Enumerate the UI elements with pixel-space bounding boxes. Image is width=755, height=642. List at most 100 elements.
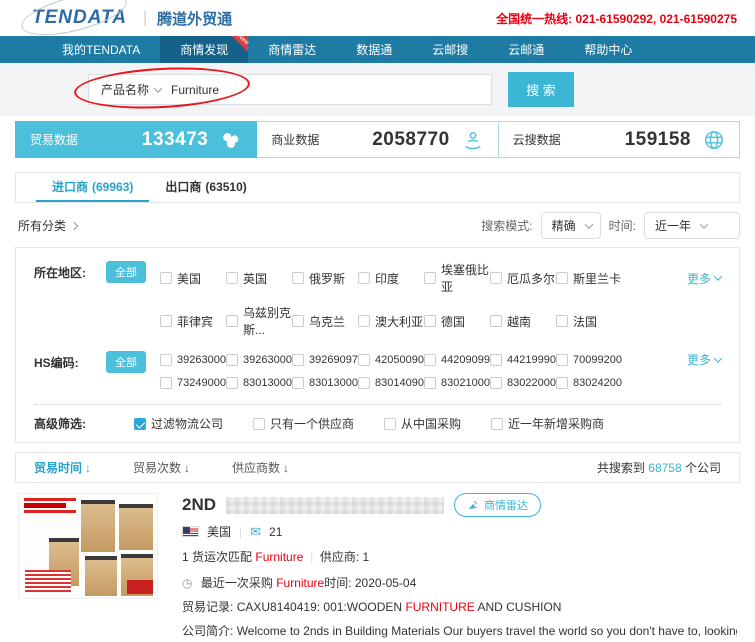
region-checkbox[interactable]: 法国 <box>556 313 622 330</box>
page: TENDATA | 腾道外贸通 全国统一热线: 021-61590292, 02… <box>0 0 755 642</box>
region-checkbox[interactable]: 俄罗斯 <box>292 270 358 287</box>
region-checkbox[interactable]: 德国 <box>424 313 490 330</box>
hs-checkbox[interactable]: 83013000 <box>226 377 292 389</box>
nav-item-cloudmail-search[interactable]: 云邮搜 <box>412 36 488 63</box>
mail-icon[interactable]: ✉ <box>250 524 261 540</box>
redacted-company-name <box>226 497 444 514</box>
checkbox-icon <box>490 272 502 284</box>
tendata-logo[interactable]: TENDATA <box>26 5 133 31</box>
importer-exporter-tabs: 进口商 (69963) 出口商 (63510) <box>15 172 740 203</box>
sort-supplier-count[interactable]: 供应商数↓ <box>232 459 289 476</box>
checkbox-icon <box>490 354 502 366</box>
all-categories-link[interactable]: 所有分类 <box>15 217 77 234</box>
checkbox-icon <box>292 272 304 284</box>
filter-panel: 所在地区: 全部 美国 英国 俄罗斯 印度 埃塞俄比亚 厄瓜多尔 斯里兰卡 更多… <box>15 247 740 443</box>
checkbox-checked-icon <box>134 418 146 430</box>
clock-icon: ◷ <box>182 576 192 590</box>
region-checkbox[interactable]: 美国 <box>160 270 226 287</box>
nav-item-cloudmail[interactable]: 云邮通 <box>488 36 564 63</box>
sort-trade-count[interactable]: 贸易次数↓ <box>133 459 190 476</box>
hs-checkbox[interactable]: 8301300000 <box>292 377 358 389</box>
hs-checkbox[interactable]: 8302200000 <box>490 377 556 389</box>
checkbox-icon <box>424 315 436 327</box>
globe-icon <box>703 129 725 151</box>
hs-checkbox[interactable]: 73249000 <box>160 377 226 389</box>
nav-item-datatong[interactable]: 数据通 <box>336 36 412 63</box>
single-supplier-checkbox[interactable]: 只有一个供应商 <box>253 415 354 432</box>
hs-all-button[interactable]: 全部 <box>106 351 146 373</box>
nav-item-help[interactable]: 帮助中心 <box>564 36 652 63</box>
checkbox-icon <box>226 315 238 327</box>
card-trade-data[interactable]: 贸易数据 133473 <box>15 121 257 158</box>
hs-checkbox[interactable]: 44219990 <box>490 354 556 366</box>
hs-checkbox[interactable]: 83024200 <box>556 377 622 389</box>
sort-trade-time[interactable]: 贸易时间↓ <box>34 459 91 476</box>
brand-separator: | <box>143 9 147 27</box>
buy-from-china-checkbox[interactable]: 从中国采购 <box>384 415 461 432</box>
checkbox-icon <box>226 377 238 389</box>
hs-checkbox[interactable]: 83014090 <box>358 377 424 389</box>
search-mode-select[interactable]: 精确 <box>541 212 601 239</box>
nav-item-radar[interactable]: 商情雷达 <box>248 36 336 63</box>
region-checkbox[interactable]: 英国 <box>226 270 292 287</box>
hs-checkbox[interactable]: 3926300000 <box>226 354 292 366</box>
search-button[interactable]: 搜 索 <box>508 72 574 107</box>
hs-more-link[interactable]: 更多 <box>687 351 721 368</box>
region-checkbox[interactable]: 埃塞俄比亚 <box>424 261 490 295</box>
brand: TENDATA | 腾道外贸通 <box>26 5 232 31</box>
checkbox-icon <box>490 377 502 389</box>
arrow-down-icon: ↓ <box>283 461 289 475</box>
hs-checkbox[interactable]: 3926909709 <box>292 354 358 366</box>
hs-checkbox[interactable]: 42050090 <box>358 354 424 366</box>
brand-suffix: 腾道外贸通 <box>157 8 232 29</box>
checkbox-icon <box>160 377 172 389</box>
main-nav: 我的TENDATA 商情发现 New 商情雷达 数据通 云邮搜 云邮通 帮助中心 <box>0 36 755 63</box>
chevron-right-icon <box>70 221 78 229</box>
region-checkbox[interactable]: 印度 <box>358 270 424 287</box>
checkbox-icon <box>358 377 370 389</box>
filter-logistics-checkbox[interactable]: 过滤物流公司 <box>134 415 223 432</box>
hs-checkbox[interactable]: 39263000 <box>160 354 226 366</box>
nav-item-my-tendata[interactable]: 我的TENDATA <box>42 36 160 63</box>
tab-importer[interactable]: 进口商 (69963) <box>36 173 149 202</box>
checkbox-icon <box>556 272 568 284</box>
mail-count: 21 <box>269 525 282 539</box>
region-checkbox[interactable]: 澳大利亚 <box>358 313 424 330</box>
arrow-down-icon: ↓ <box>85 461 91 475</box>
hs-checkbox[interactable]: 8302100000 <box>424 377 490 389</box>
tab-exporter[interactable]: 出口商 (63510) <box>149 173 262 202</box>
region-label: 所在地区: <box>34 261 106 347</box>
time-select[interactable]: 近一年 <box>644 212 740 239</box>
checkbox-icon <box>226 272 238 284</box>
region-checkbox[interactable]: 厄瓜多尔 <box>490 270 556 287</box>
logo-text: TENDATA <box>32 7 127 28</box>
checkbox-icon <box>490 315 502 327</box>
us-flag-canton <box>183 527 190 533</box>
region-checkbox[interactable]: 越南 <box>490 313 556 330</box>
last-purchase-line: ◷ 最近一次采购 Furniture时间: 2020-05-04 <box>182 574 737 591</box>
flyer-headline-art <box>24 498 76 515</box>
region-checkbox[interactable]: 乌兹别克斯... <box>226 304 292 338</box>
search-mode-label: 搜索模式: <box>481 217 532 234</box>
region-all-button[interactable]: 全部 <box>106 261 146 283</box>
card-business-data[interactable]: 商业数据 2058770 <box>257 121 498 158</box>
search-category-dropdown[interactable]: 产品名称 <box>89 81 171 98</box>
company-thumbnail[interactable] <box>18 493 158 599</box>
nav-item-discovery[interactable]: 商情发现 New <box>160 36 248 63</box>
header: TENDATA | 腾道外贸通 全国统一热线: 021-61590292, 02… <box>0 0 755 36</box>
hs-label: HS编码: <box>34 351 106 398</box>
region-checkbox[interactable]: 乌克兰 <box>292 313 358 330</box>
region-checkbox[interactable]: 菲律宾 <box>160 313 226 330</box>
company-name[interactable]: 2ND <box>182 495 216 515</box>
radar-button[interactable]: 商情雷达 <box>454 493 541 517</box>
checkbox-icon <box>160 315 172 327</box>
new-buyers-checkbox[interactable]: 近一年新增采购商 <box>491 415 604 432</box>
hs-checkbox[interactable]: 44209099 <box>424 354 490 366</box>
search-input[interactable] <box>171 83 491 97</box>
region-more-link[interactable]: 更多 <box>687 270 721 287</box>
result-count-number: 68758 <box>648 461 681 475</box>
result-item: 2ND 商情雷达 美国 | ✉ 21 1 货运次匹配 Furniture | 供… <box>0 483 755 642</box>
region-checkbox[interactable]: 斯里兰卡 <box>556 270 622 287</box>
card-cloud-search-data[interactable]: 云搜数据 159158 <box>499 121 740 158</box>
hs-checkbox[interactable]: 70099200 <box>556 354 622 366</box>
